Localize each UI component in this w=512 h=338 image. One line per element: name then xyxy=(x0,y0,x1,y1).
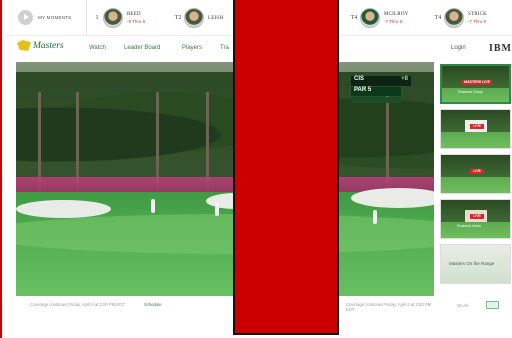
player-position: T4 xyxy=(434,15,442,21)
player-position: T4 xyxy=(350,15,358,21)
player-position: 1 xyxy=(95,15,99,21)
player-avatar xyxy=(360,8,380,28)
nav-tra[interactable]: Tra xyxy=(220,45,229,51)
video-caption-bar: Coverage continues Friday, April 6 at 2:… xyxy=(16,296,434,312)
player-avatar xyxy=(184,8,204,28)
nav-leader-board[interactable]: Leader Board xyxy=(124,45,160,51)
my-moments-button[interactable]: MY MOMENTS xyxy=(5,0,87,36)
left-edge-bar xyxy=(0,0,2,338)
ibm-logo: IBM xyxy=(489,43,512,54)
red-occlusion-block xyxy=(233,0,339,335)
on-air-toggle[interactable] xyxy=(486,301,499,309)
leaderboard-player-3[interactable]: T4 MCILROY -7 Thru 6 xyxy=(348,0,408,36)
schedule-link[interactable]: Schedule xyxy=(144,302,161,307)
login-link[interactable]: Login xyxy=(451,45,466,51)
player-name: LEISH xyxy=(208,15,224,21)
caption-coverage-left: Coverage continues Friday, April 6 at 2:… xyxy=(30,302,125,307)
video-player[interactable]: CIS +8 PAR 5 xyxy=(16,62,434,296)
logo-text: Masters xyxy=(33,40,64,51)
player-avatar xyxy=(444,8,464,28)
overlay-name-row: CIS +8 xyxy=(351,76,411,86)
live-badge: LIVE xyxy=(470,169,484,174)
channel-thumb-4[interactable]: LIVE Featured Holes xyxy=(440,199,511,239)
player-name: MCILROY xyxy=(384,12,409,17)
player-score: -7 Thru 6 xyxy=(384,19,403,24)
player-score: -9 Thru 6 xyxy=(127,19,146,24)
channel-label: Featured Holes xyxy=(457,224,481,228)
channel-thumb-3[interactable]: LIVE xyxy=(440,154,511,194)
live-badge: MASTERS LIVE xyxy=(462,80,492,85)
player-name: STRICK xyxy=(468,12,487,17)
video-golfer xyxy=(215,202,219,216)
play-icon xyxy=(18,10,33,25)
channel-label: Masters On the Range xyxy=(449,261,495,266)
channel-thumb-1[interactable]: MASTERS LIVE Featured Group xyxy=(440,64,511,104)
player-avatar xyxy=(103,8,123,28)
video-golfer xyxy=(373,210,377,224)
overlay-score: +8 xyxy=(401,76,408,82)
leaderboard-player-4[interactable]: T4 STRICK -7 Thru 6 xyxy=(432,0,487,36)
nav-players[interactable]: Players xyxy=(182,45,202,51)
usa-map-icon xyxy=(17,40,31,51)
live-badge: LIVE xyxy=(470,124,484,129)
on-air-label: On Air xyxy=(457,303,469,308)
overlay-bar xyxy=(351,97,401,103)
overlay-par: PAR 5 xyxy=(351,87,401,96)
score-overlay: CIS +8 PAR 5 xyxy=(351,76,411,106)
leaderboard-player-1[interactable]: 1 REED -9 Thru 6 xyxy=(91,0,145,36)
thumb-grass xyxy=(441,132,510,148)
leaderboard-player-2[interactable]: T2 LEISH xyxy=(172,0,223,36)
nav-watch[interactable]: Watch xyxy=(89,45,106,51)
channel-label: Featured Group xyxy=(458,90,483,94)
channel-thumb-2[interactable]: LIVE xyxy=(440,109,511,149)
video-bunker xyxy=(16,200,111,218)
video-green xyxy=(16,214,434,254)
player-score: -7 Thru 6 xyxy=(468,19,487,24)
channel-thumb-5[interactable]: Masters On the Range xyxy=(440,244,511,284)
caption-coverage-right: Coverage continues Friday, April 6 at 2:… xyxy=(346,302,432,312)
video-golfer xyxy=(151,199,155,213)
player-name: REED xyxy=(127,12,141,17)
player-position: T2 xyxy=(174,15,182,21)
masters-logo[interactable]: Masters xyxy=(17,40,64,51)
overlay-player-name: CIS xyxy=(354,76,365,82)
live-badge: LIVE xyxy=(470,214,484,219)
my-moments-label: MY MOMENTS xyxy=(38,15,72,20)
thumb-grass xyxy=(441,177,510,193)
